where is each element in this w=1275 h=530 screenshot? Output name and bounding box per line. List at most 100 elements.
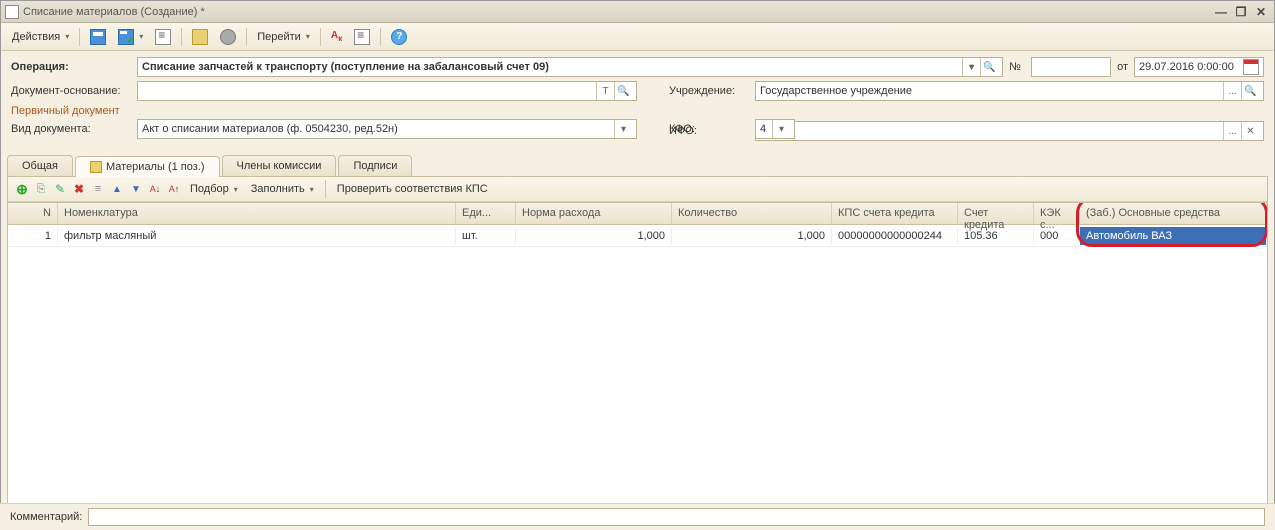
doctype-dropdown[interactable]: ▾	[614, 120, 632, 138]
tab-general[interactable]: Общая	[7, 155, 73, 176]
doctype-input[interactable]: Акт о списании материалов (ф. 0504230, р…	[137, 119, 637, 139]
operation-value: Списание запчастей к транспорту (поступл…	[142, 61, 962, 73]
cell-n[interactable]: 1	[8, 227, 58, 245]
move-up-button[interactable]: ▲	[109, 181, 125, 197]
col-consumption-rate[interactable]: Норма расхода	[516, 203, 672, 224]
check-kps-button[interactable]: Проверить соответствия КПС	[332, 180, 493, 198]
saveclose-icon	[118, 29, 134, 45]
cell-qty[interactable]: 1,000	[672, 227, 832, 245]
date-input[interactable]: 29.07.2016 0:00:00	[1134, 57, 1264, 77]
gear-icon	[220, 29, 236, 45]
cell-unit[interactable]: шт.	[456, 227, 516, 245]
kfo-dropdown[interactable]: ▾	[772, 120, 790, 138]
kfo-label: КФО:	[669, 123, 749, 135]
from-label: от	[1117, 61, 1128, 73]
basis-search-btn[interactable]: 🔍	[614, 82, 632, 100]
cell-rate[interactable]: 1,000	[516, 227, 672, 245]
delete-row-button[interactable]: ✖	[71, 181, 87, 197]
date-value: 29.07.2016 0:00:00	[1139, 61, 1243, 73]
cell-kps[interactable]: 00000000000000244	[832, 227, 958, 245]
col-nomenclature[interactable]: Номенклатура	[58, 203, 456, 224]
ak-icon: Aк	[331, 30, 342, 43]
save-dropdown[interactable]	[113, 26, 148, 48]
org-input[interactable]: Государственное учреждение ... 🔍	[755, 81, 1264, 101]
folder-icon	[90, 161, 102, 173]
document-icon	[5, 5, 19, 19]
ifo-input[interactable]: ... ✕	[755, 121, 1264, 141]
edit-row-button[interactable]: ✎	[52, 181, 68, 197]
col-fixed-assets[interactable]: (Заб.) Основные средства	[1080, 203, 1267, 224]
move-down-button[interactable]: ▼	[128, 181, 144, 197]
operation-dropdown[interactable]: ▾	[962, 58, 980, 76]
ak-button[interactable]: Aк	[326, 27, 347, 46]
basis-text-btn[interactable]: T	[596, 82, 614, 100]
ifo-clear-btn[interactable]: ✕	[1241, 122, 1259, 140]
main-toolbar: Действия Перейти Aк ?	[1, 23, 1274, 51]
refresh-button[interactable]: ≡	[90, 181, 106, 197]
kfo-value: 4	[760, 123, 772, 135]
cell-credit-account[interactable]: 105.36	[958, 227, 1034, 245]
kfo-input[interactable]: 4 ▾	[755, 119, 795, 139]
titlebar: Списание материалов (Создание) * — ❐ ✕	[1, 1, 1274, 23]
ifo-more-btn[interactable]: ...	[1223, 122, 1241, 140]
list-icon	[155, 29, 171, 45]
section-title: Первичный документ	[11, 105, 1264, 117]
form-area: Операция: Списание запчастей к транспорт…	[1, 51, 1274, 149]
print-button[interactable]	[215, 26, 241, 48]
fill-button[interactable]: Заполнить	[246, 180, 319, 198]
cell-fixed-assets[interactable]: Автомобиль ВАЗ	[1080, 227, 1267, 245]
restore-button[interactable]: ❐	[1232, 5, 1250, 19]
grid: N Номенклатура Еди... Норма расхода Коли…	[7, 202, 1268, 512]
select-button[interactable]: Подбор	[185, 180, 243, 198]
folder-icon	[192, 29, 208, 45]
minimize-button[interactable]: —	[1212, 5, 1230, 19]
org-more-btn[interactable]: ...	[1223, 82, 1241, 100]
sort-desc-button[interactable]: A↑	[166, 181, 182, 197]
num-input[interactable]	[1031, 57, 1111, 77]
org-value: Государственное учреждение	[760, 85, 1223, 97]
basis-label: Документ-основание:	[11, 85, 131, 97]
operation-label: Операция:	[11, 61, 131, 73]
col-kps[interactable]: КПС счета кредита	[832, 203, 958, 224]
cell-nomenclature[interactable]: фильтр масляный	[58, 227, 456, 245]
sort-asc-button[interactable]: A↓	[147, 181, 163, 197]
col-n[interactable]: N	[8, 203, 58, 224]
org-search-btn[interactable]: 🔍	[1241, 82, 1259, 100]
col-quantity[interactable]: Количество	[672, 203, 832, 224]
doctype-label: Вид документа:	[11, 123, 131, 135]
col-credit-account[interactable]: Счет кредита	[958, 203, 1034, 224]
save-icon	[90, 29, 106, 45]
col-kek[interactable]: КЭК с...	[1034, 203, 1080, 224]
grid-header: N Номенклатура Еди... Норма расхода Коли…	[8, 203, 1267, 225]
comment-input[interactable]	[88, 508, 1265, 526]
report-icon	[354, 29, 370, 45]
basis-input[interactable]: T 🔍	[137, 81, 637, 101]
comment-label: Комментарий:	[10, 511, 82, 523]
report-button[interactable]	[349, 26, 375, 48]
calendar-icon[interactable]	[1243, 59, 1259, 75]
close-button[interactable]: ✕	[1252, 5, 1270, 19]
window-title: Списание материалов (Создание) *	[23, 6, 1212, 18]
save-button[interactable]	[85, 26, 111, 48]
tab-bar: Общая Материалы (1 поз.) Члены комиссии …	[1, 155, 1274, 176]
bottom-bar: Комментарий:	[0, 503, 1275, 530]
structure-button[interactable]	[187, 26, 213, 48]
sub-toolbar: ⊕ ⎘ ✎ ✖ ≡ ▲ ▼ A↓ A↑ Подбор Заполнить Про…	[7, 176, 1268, 202]
table-row[interactable]: 1 фильтр масляный шт. 1,000 1,000 000000…	[8, 225, 1267, 247]
tab-materials[interactable]: Материалы (1 поз.)	[75, 156, 220, 177]
cell-kek[interactable]: 000	[1034, 227, 1080, 245]
copy-row-button[interactable]: ⎘	[33, 181, 49, 197]
actions-menu[interactable]: Действия	[7, 28, 74, 46]
tab-commission[interactable]: Члены комиссии	[222, 155, 337, 176]
col-unit[interactable]: Еди...	[456, 203, 516, 224]
operation-search[interactable]: 🔍	[980, 58, 998, 76]
num-label: №	[1009, 61, 1025, 73]
help-button[interactable]: ?	[386, 26, 412, 48]
tab-signatures[interactable]: Подписи	[338, 155, 412, 176]
operation-input[interactable]: Списание запчастей к транспорту (поступл…	[137, 57, 1003, 77]
help-icon: ?	[391, 29, 407, 45]
doctype-value: Акт о списании материалов (ф. 0504230, р…	[142, 123, 614, 135]
post-button[interactable]	[150, 26, 176, 48]
add-row-button[interactable]: ⊕	[14, 181, 30, 197]
goto-menu[interactable]: Перейти	[252, 28, 315, 46]
